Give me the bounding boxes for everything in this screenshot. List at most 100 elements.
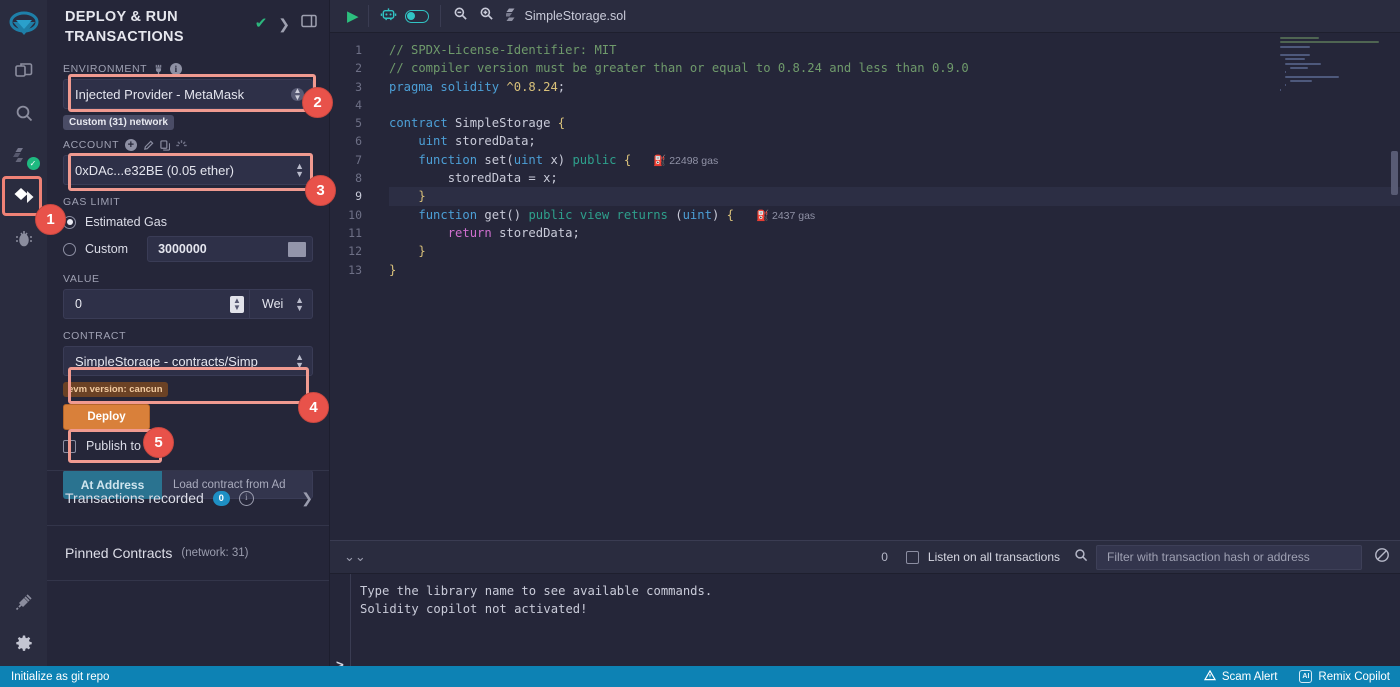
file-explorer-icon[interactable] [4,52,44,90]
gas-stepper-icon[interactable] [288,241,306,257]
gas-estimate: ⛽ 2437 gas [755,209,816,222]
environment-info-icon[interactable]: i [170,63,183,76]
code-line: pragma solidity ^0.8.24; [389,79,566,94]
code-line: storedData = x; [389,171,558,186]
chevron-updown-icon: ▲ ▼ [295,295,304,314]
panel-header: DEPLOY & RUN TRANSACTIONS ✔ ❯ [47,0,329,51]
pinned-contracts-label: Pinned Contracts [65,545,173,561]
code-line: uint storedData; [418,134,536,149]
listen-all-checkbox[interactable] [905,550,919,564]
panel-layout-icon[interactable] [301,14,317,33]
listen-all-label: Listen on all transactions [927,550,1060,564]
estimated-gas-label: Estimated Gas [85,215,167,230]
pinned-contracts-network: (network: 31) [181,547,249,559]
code-line: function set(uint x) public { ⛽ 22498 ga… [418,152,719,167]
terminal-line: Solidity copilot not activated! [360,602,588,616]
value-label: VALUE [63,273,100,286]
remix-logo-icon[interactable] [2,4,46,48]
transactions-info-icon[interactable]: i [238,490,254,506]
annotation-badge-4: 4 [298,392,329,423]
editor-toolbar: ▶ SimpleStorage.sol [330,0,1400,33]
code-content[interactable]: // SPDX-License-Identifier: MIT // compil… [373,33,1400,540]
terminal-line: Type the library name to see available c… [360,584,713,598]
annotation-badge-5: 5 [143,427,174,458]
editor-scrollbar[interactable] [1391,151,1398,195]
transactions-recorded-row[interactable]: Transactions recorded 0 i ❯ [47,471,329,525]
line-number: 1 [355,43,362,57]
scam-alert-item[interactable]: Scam Alert [1203,669,1278,684]
transactions-recorded-label: Transactions recorded [65,490,204,506]
zoom-out-icon[interactable] [453,6,468,26]
value-row: 0 ▲ ▼ Wei ▲ ▼ [63,289,313,320]
line-number: 4 [355,97,362,112]
chevron-updown-icon: ▲ ▼ [295,352,304,371]
panel-check-icon[interactable]: ✔ [255,16,268,31]
chevron-right-icon[interactable]: ❯ [278,17,290,31]
annotation-badge-2: 2 [302,87,333,118]
remix-copilot-item[interactable]: AI Remix Copilot [1299,670,1390,683]
add-account-icon[interactable]: + [125,139,138,152]
icon-rail: ✓ [0,0,47,687]
line-number: 5 [355,116,362,131]
line-number: 11 [348,225,362,240]
custom-gas-row[interactable]: Custom 3000000 [63,236,313,263]
environment-select[interactable]: Injected Provider - MetaMask ▲ ▼ [63,79,313,110]
contract-select[interactable]: SimpleStorage - contracts/Simp ▲ ▼ [63,346,313,377]
plugin-manager-icon[interactable] [4,583,44,621]
publish-ipfs-row[interactable]: Publish to IPFS [63,439,313,453]
terminal-count: 0 [881,550,888,564]
value-stepper-icon[interactable]: ▲ ▼ [230,295,244,313]
sign-message-icon[interactable] [143,140,154,151]
environment-label: ENVIRONMENT i [63,63,313,76]
pinned-contracts-row[interactable]: Pinned Contracts (network: 31) [47,526,329,580]
active-file-tab[interactable]: SimpleStorage.sol [504,8,626,25]
remix-copilot-label: Remix Copilot [1318,670,1390,683]
code-line: } [418,244,426,259]
listen-all-transactions-row[interactable]: Listen on all transactions [905,550,1060,564]
gas-estimate: ⛽ 22498 gas [653,154,719,167]
divider [47,580,329,581]
page-title: DEPLOY & RUN TRANSACTIONS [65,9,184,45]
value-unit-select[interactable]: Wei ▲ ▼ [250,289,313,320]
estimated-gas-row[interactable]: Estimated Gas [63,215,313,229]
git-init-label[interactable]: Initialize as git repo [11,671,109,683]
search-icon[interactable] [4,94,44,132]
line-number: 13 [348,262,362,277]
zoom-in-icon[interactable] [479,6,494,26]
copy-account-icon[interactable] [160,139,171,151]
chevron-right-icon[interactable]: ❯ [301,490,313,507]
account-select[interactable]: 0xDAc...e32BE (0.05 ether) ▲ ▼ [63,155,313,186]
collapse-terminal-icon[interactable]: ⌄⌄ [338,549,372,565]
line-number: 3 [355,79,362,94]
solidity-file-icon [504,8,518,25]
transaction-filter-input[interactable]: Filter with transaction hash or address [1096,544,1362,570]
compiler-success-badge: ✓ [26,157,40,170]
line-number: 12 [348,244,362,259]
ai-toggle-switch[interactable] [404,9,429,23]
deploy-run-panel: DEPLOY & RUN TRANSACTIONS ✔ ❯ ENVIRONMEN… [47,0,330,687]
gas-limit-label: GAS LIMIT [63,196,121,209]
plug-icon[interactable] [153,64,164,75]
settings-gear-icon[interactable] [4,625,44,663]
editor: ▶ SimpleStorage.sol 1 2 3 4 5 6 7 8 9 10… [330,0,1400,540]
contract-label: CONTRACT [63,330,127,343]
clear-terminal-icon[interactable] [1374,547,1390,567]
custom-gas-input[interactable]: 3000000 [147,236,313,263]
panel-body: ENVIRONMENT i Injected Provider - MetaMa… [47,51,329,500]
code-minimap[interactable] [1280,37,1390,537]
scam-alert-label: Scam Alert [1221,670,1278,683]
publish-ipfs-checkbox[interactable] [63,439,76,453]
remix-ai-icon[interactable] [380,6,397,27]
custom-gas-radio[interactable] [63,242,76,256]
code-line: // compiler version must be greater than… [389,61,969,76]
account-label: ACCOUNT + [63,139,313,152]
code-line: // SPDX-License-Identifier: MIT [389,43,617,57]
status-bar: Initialize as git repo Scam Alert AI Rem… [0,666,1400,687]
search-icon[interactable] [1074,548,1088,567]
active-file-name: SimpleStorage.sol [524,9,626,23]
deploy-button[interactable]: Deploy [63,404,150,431]
run-script-icon[interactable]: ▶ [338,9,368,24]
solidity-compiler-icon[interactable]: ✓ [4,136,44,174]
value-input[interactable]: 0 ▲ ▼ [63,289,250,320]
